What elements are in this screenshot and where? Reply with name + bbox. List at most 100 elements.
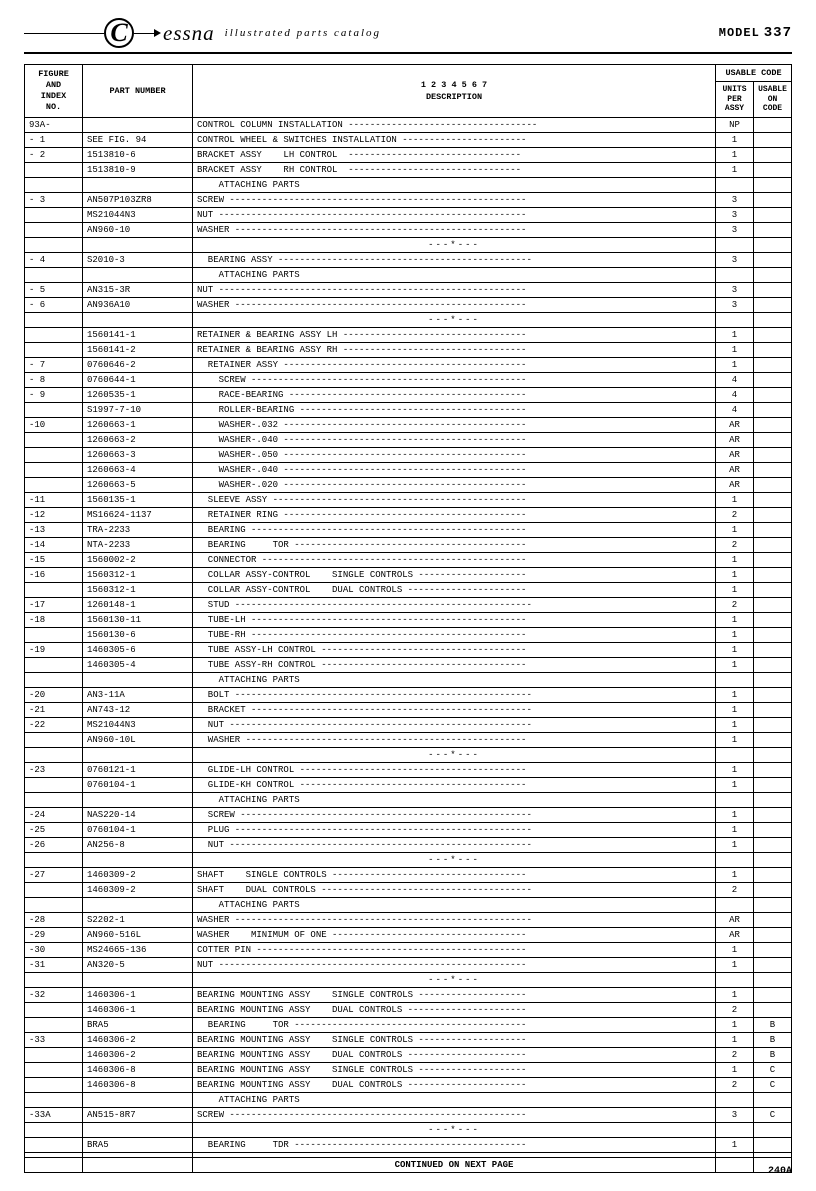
cell-units: AR (716, 432, 754, 447)
cell-description: RETAINER & BEARING ASSY RH -------------… (193, 342, 716, 357)
cell-usable-code (754, 927, 792, 942)
table-row: -20AN3-11A BOLT ------------------------… (25, 687, 792, 702)
cell-description: WASHER-.050 ----------------------------… (193, 447, 716, 462)
cell-figure (25, 1157, 83, 1172)
cell-part-number (83, 237, 193, 252)
cell-units: 1 (716, 807, 754, 822)
table-row: ---*--- (25, 852, 792, 867)
table-row: -22MS21044N3 NUT -----------------------… (25, 717, 792, 732)
cell-figure (25, 447, 83, 462)
cell-usable-code (754, 447, 792, 462)
cell-part-number: AN743-12 (83, 702, 193, 717)
cell-part-number: 1460309-2 (83, 882, 193, 897)
cell-figure: -30 (25, 942, 83, 957)
cell-description: BEARING TOR ----------------------------… (193, 1017, 716, 1032)
cell-part-number: BRA5 (83, 1017, 193, 1032)
cell-figure (25, 1062, 83, 1077)
cell-figure (25, 342, 83, 357)
cell-usable-code (754, 237, 792, 252)
cell-part-number: 1260148-1 (83, 597, 193, 612)
table-row: 1260663-5 WASHER-.020 ------------------… (25, 477, 792, 492)
cell-description: COTTER PIN -----------------------------… (193, 942, 716, 957)
cell-description: WASHER-.020 ----------------------------… (193, 477, 716, 492)
cell-usable-code (754, 552, 792, 567)
cell-part-number: 1460305-4 (83, 657, 193, 672)
cell-units: 1 (716, 867, 754, 882)
cell-units: 3 (716, 192, 754, 207)
cell-usable-code (754, 942, 792, 957)
table-row: -13TRA-2233 BEARING --------------------… (25, 522, 792, 537)
cell-units: 1 (716, 702, 754, 717)
cell-units: 1 (716, 612, 754, 627)
cell-part-number: MS21044N3 (83, 207, 193, 222)
table-row: 1460306-1BEARING MOUNTING ASSY DUAL CONT… (25, 1002, 792, 1017)
cell-usable-code (754, 402, 792, 417)
cell-usable-code (754, 567, 792, 582)
table-row: -230760121-1 GLIDE-LH CONTROL ----------… (25, 762, 792, 777)
cell-units: 1 (716, 357, 754, 372)
cell-figure (25, 897, 83, 912)
cell-description: BEARING TOR ----------------------------… (193, 537, 716, 552)
cell-usable-code (754, 252, 792, 267)
cell-part-number: 1260663-5 (83, 477, 193, 492)
table-row: ---*--- (25, 972, 792, 987)
cell-part-number: TRA-2233 (83, 522, 193, 537)
cell-part-number: 0760644-1 (83, 372, 193, 387)
cell-description: WASHER-.032 ----------------------------… (193, 417, 716, 432)
cell-part-number: NTA-2233 (83, 537, 193, 552)
cell-usable-code: C (754, 1107, 792, 1122)
table-row: -321460306-1BEARING MOUNTING ASSY SINGLE… (25, 987, 792, 1002)
cell-usable-code: C (754, 1062, 792, 1077)
cell-units: 1 (716, 327, 754, 342)
cell-usable-code (754, 1092, 792, 1107)
cell-part-number (83, 117, 193, 132)
table-row: -31AN320-5NUT --------------------------… (25, 957, 792, 972)
cell-usable-code (754, 897, 792, 912)
table-row: -101260663-1 WASHER-.032 ---------------… (25, 417, 792, 432)
cell-description: ---*--- (193, 852, 716, 867)
table-row: - 70760646-2 RETAINER ASSY -------------… (25, 357, 792, 372)
cell-figure (25, 237, 83, 252)
table-row: AN960-10WASHER -------------------------… (25, 222, 792, 237)
cell-figure (25, 207, 83, 222)
cell-units: 3 (716, 1107, 754, 1122)
cell-usable-code (754, 972, 792, 987)
table-row: BRA5 BEARING TOR -----------------------… (25, 1017, 792, 1032)
page: C essna illustrated parts catalog MODEL … (0, 0, 816, 1191)
cell-usable-code (754, 957, 792, 972)
cell-usable-code (754, 762, 792, 777)
cell-part-number: AN960-516L (83, 927, 193, 942)
th-figure: FIGUREANDINDEXNO. (25, 65, 83, 118)
table-row: -331460306-2BEARING MOUNTING ASSY SINGLE… (25, 1032, 792, 1047)
cell-usable-code (754, 717, 792, 732)
cell-description: RETAINER ASSY --------------------------… (193, 357, 716, 372)
cell-units: 1 (716, 957, 754, 972)
cell-part-number (83, 897, 193, 912)
cell-figure: - 9 (25, 387, 83, 402)
cell-description: ATTACHING PARTS (193, 1092, 716, 1107)
table-row: -191460305-6 TUBE ASSY-LH CONTROL ------… (25, 642, 792, 657)
cell-units: NP (716, 117, 754, 132)
table-row: - 6AN936A10WASHER ----------------------… (25, 297, 792, 312)
cell-figure (25, 1092, 83, 1107)
cell-units: 3 (716, 297, 754, 312)
cell-usable-code (754, 477, 792, 492)
cell-usable-code (754, 777, 792, 792)
table-row: 1560130-6 TUBE-RH ----------------------… (25, 627, 792, 642)
cell-part-number: AN936A10 (83, 297, 193, 312)
cell-usable-code (754, 612, 792, 627)
cell-figure (25, 1017, 83, 1032)
cell-usable-code (754, 342, 792, 357)
cell-units: 1 (716, 987, 754, 1002)
cell-description: ---*--- (193, 1122, 716, 1137)
cell-units (716, 1157, 754, 1172)
cell-usable-code (754, 267, 792, 282)
cell-part-number: AN3-11A (83, 687, 193, 702)
cell-part-number: MS24665-136 (83, 942, 193, 957)
desc-label: DESCRIPTION (197, 92, 711, 102)
th-units-per-assy: UNITSPERASSY (716, 82, 754, 118)
table-row: AN960-10L WASHER -----------------------… (25, 732, 792, 747)
cell-usable-code (754, 207, 792, 222)
cell-usable-code (754, 627, 792, 642)
cell-part-number (83, 1157, 193, 1172)
